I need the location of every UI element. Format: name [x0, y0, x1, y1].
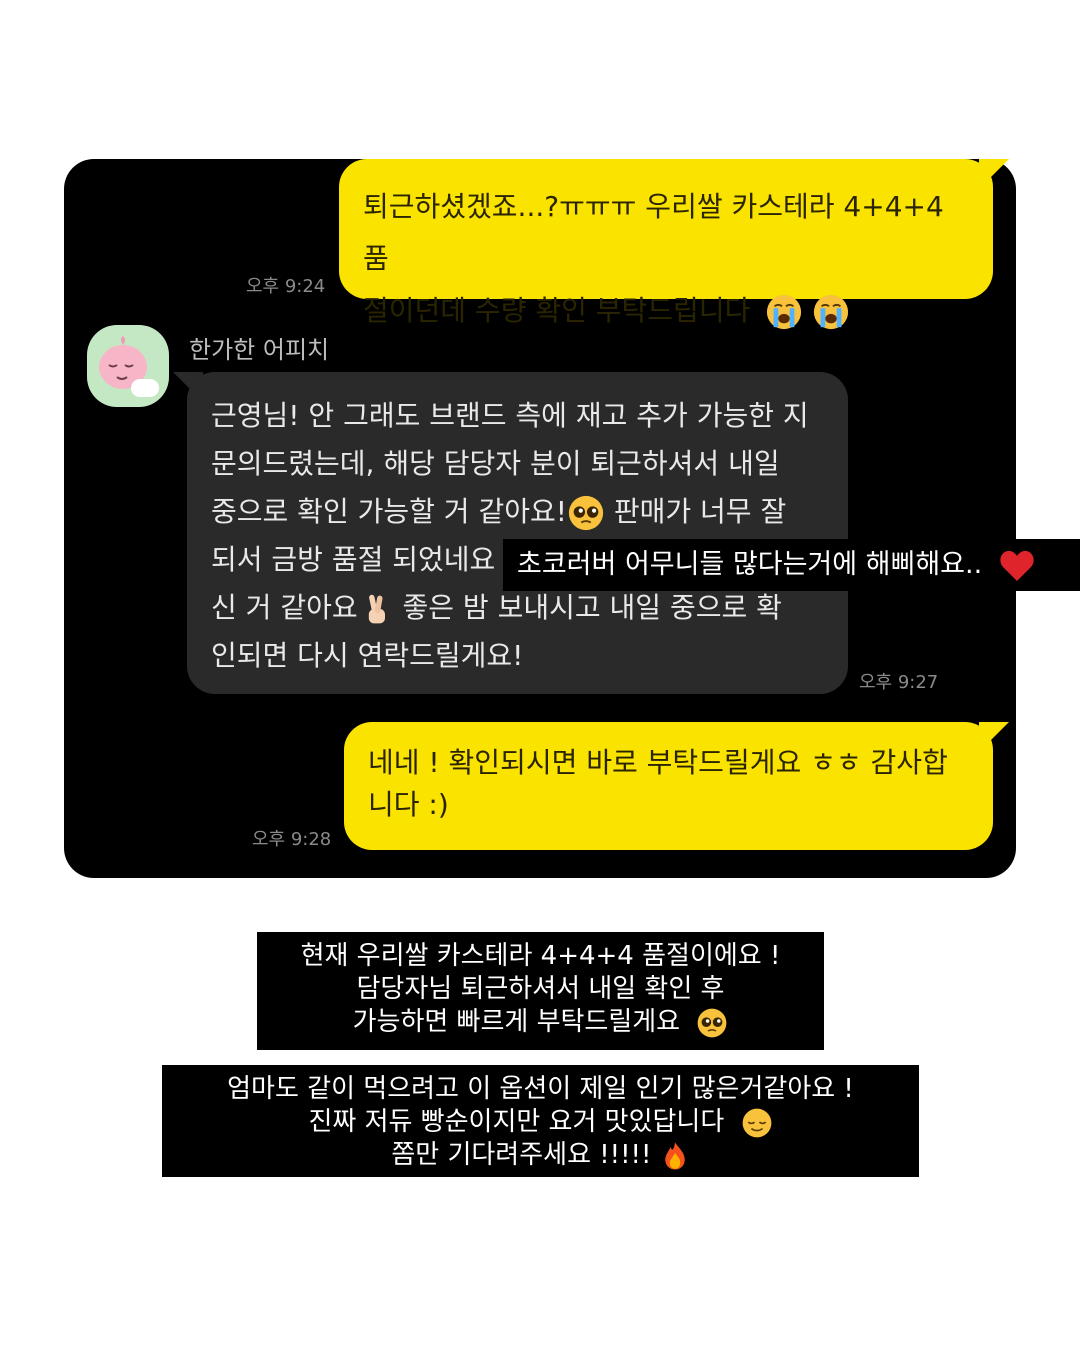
bubble-tail	[979, 159, 1009, 189]
message-line: 퇴근하셨겠죠...?ㅠㅠㅠ 우리쌀 카스테라 4+4+4 품	[363, 190, 953, 275]
caption-line: 진짜 저듀 빵순이지만 요거 맛있답니다	[172, 1106, 909, 1139]
caption-box: 현재 우리쌀 카스테라 4+4+4 품절이에요 ! 담당자님 퇴근하셔서 내일 …	[257, 932, 824, 1050]
message-line: 인되면 다시 연락드릴게요!	[211, 639, 524, 672]
outgoing-message-bubble[interactable]: 네네 ! 확인되시면 바로 부탁드릴게요 ㅎㅎ 감사합 니다 :)	[344, 722, 1009, 850]
pleading-face-icon	[696, 1007, 728, 1039]
outgoing-message-bubble[interactable]: 퇴근하셨겠죠...?ㅠㅠㅠ 우리쌀 카스테라 4+4+4 품 절이던데 수량 확…	[339, 159, 1009, 299]
crossed-fingers-icon	[358, 591, 394, 627]
message-timestamp: 오후 9:28	[252, 829, 332, 850]
caption-line: 담당자님 퇴근하셔서 내일 확인 후	[356, 974, 725, 1004]
message-line: 절이던데 수량 확인 부탁드립니다	[363, 285, 969, 337]
caption-line-text: 진짜 저듀 빵순이지만 요거 맛있답니다	[308, 1107, 725, 1137]
relieved-face-icon	[741, 1107, 773, 1139]
message-line: 니다 :)	[368, 788, 449, 821]
sender-name: 한가한 어피치	[189, 336, 330, 364]
caption-line: 가능하면 빠르게 부탁드릴게요	[267, 1006, 814, 1039]
caption-line: 현재 우리쌀 카스테라 4+4+4 품절이에요 !	[300, 941, 781, 971]
overlay-text-strip: 초코러버 어무니들 많다는거에 해삐해요..	[503, 539, 1080, 591]
message-timestamp: 오후 9:27	[859, 672, 939, 693]
message-line-text: 절이던데 수량 확인 부탁드립니다	[363, 294, 751, 327]
apeach-character-icon	[99, 336, 159, 397]
caption-line-text: 쫌만 기다려주세요 !!!!!	[391, 1140, 652, 1170]
message-line: 중으로 확인 가능할 거 같아요! 판매가 너무 잘	[211, 488, 824, 536]
overlay-text: 초코러버 어무니들 많다는거에 해삐해요..	[517, 549, 983, 580]
loudly-crying-face-icon	[812, 293, 850, 331]
incoming-message-bubble[interactable]: 근영님! 안 그래도 브랜드 측에 재고 추가 가능한 지 문의드렸는데, 해당…	[173, 372, 848, 694]
red-heart-icon	[1000, 550, 1034, 581]
message-line-text: 신 거 같아요	[211, 591, 358, 624]
caption-line: 쫌만 기다려주세요 !!!!!	[172, 1139, 909, 1172]
bubble-tail	[979, 722, 1009, 752]
loudly-crying-face-icon	[765, 293, 803, 331]
caption-line-text: 가능하면 빠르게 부탁드릴게요	[352, 1007, 681, 1037]
message-timestamp: 오후 9:24	[246, 276, 326, 297]
caption-line: 엄마도 같이 먹으려고 이 옵션이 제일 인기 많은거같아요 !	[227, 1074, 854, 1104]
message-line: 네네 ! 확인되시면 바로 부탁드릴게요 ㅎㅎ 감사합	[368, 746, 948, 779]
bubble-tail	[173, 372, 203, 402]
message-line-text: 중으로 확인 가능할 거 같아요!	[211, 495, 567, 528]
fire-icon	[660, 1140, 690, 1172]
avatar[interactable]	[87, 325, 169, 407]
pleading-face-icon	[567, 494, 605, 532]
message-line-text: 판매가 너무 잘	[604, 495, 787, 528]
message-line: 근영님! 안 그래도 브랜드 측에 재고 추가 가능한 지	[211, 399, 809, 432]
message-line: 문의드렸는데, 해당 담당자 분이 퇴근하셔서 내일	[211, 447, 780, 480]
message-line-text: 좋은 밤 보내시고 내일 중으로 확	[393, 591, 782, 624]
message-line: 신 거 같아요 좋은 밤 보내시고 내일 중으로 확	[211, 584, 824, 632]
caption-box: 엄마도 같이 먹으려고 이 옵션이 제일 인기 많은거같아요 ! 진짜 저듀 빵…	[162, 1065, 919, 1177]
